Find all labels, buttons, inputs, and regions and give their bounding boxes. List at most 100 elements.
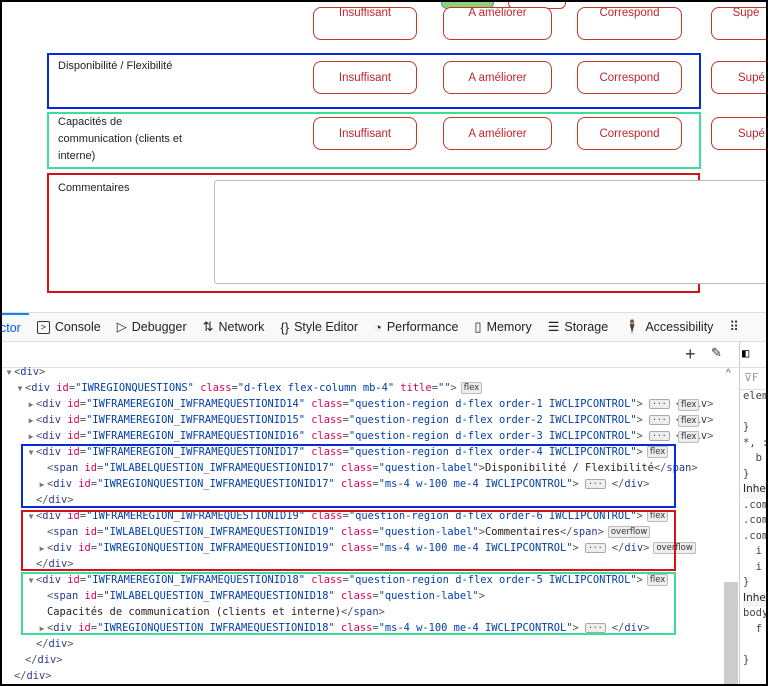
rule-line: Inhe bbox=[743, 591, 766, 607]
rule-line: i bbox=[743, 545, 762, 557]
performance-icon: ◔ bbox=[373, 319, 382, 335]
code-token: div bbox=[42, 398, 68, 410]
comments-textarea[interactable] bbox=[214, 180, 766, 284]
option-a-ameliorer[interactable]: A améliorer bbox=[443, 117, 552, 150]
markup-node-line[interactable]: ▶ <div id="IWFRAMEREGION_IWFRAMEQUESTIONI… bbox=[2, 396, 713, 412]
code-token: div bbox=[26, 670, 46, 682]
code-token: "question-region d-flex order-2 IWCLIPCO… bbox=[348, 414, 637, 426]
tab-network[interactable]: ⇅ Network bbox=[195, 313, 273, 341]
flex-badge[interactable]: flex bbox=[460, 382, 483, 394]
tab-label: Network bbox=[218, 320, 265, 334]
devtools-tab-bar: ctor > Console ▷ Debugger ⇅ Network {} Style… bbox=[2, 312, 766, 342]
scrollbar-thumb[interactable] bbox=[724, 582, 738, 684]
markup-node-line[interactable]: ▼ <div> bbox=[2, 364, 46, 381]
option-superieur[interactable]: Supé bbox=[711, 61, 766, 94]
label-line: Capacités de bbox=[58, 116, 123, 128]
label-line: interne) bbox=[58, 150, 96, 162]
code-token: "question-region d-flex order-3 IWCLIPCO… bbox=[348, 430, 637, 442]
code-token: > bbox=[707, 414, 714, 426]
code-token: "d-flex flex-column mb-4" bbox=[237, 382, 395, 394]
tab-label: Debugger bbox=[131, 320, 187, 334]
tab-label: Accessibility bbox=[645, 320, 714, 334]
markup-node-line[interactable]: </div> bbox=[2, 636, 74, 652]
flex-badge[interactable]: flex bbox=[678, 399, 700, 411]
option-insuffisant[interactable]: Insuffisant bbox=[313, 117, 417, 150]
option-superieur-prev[interactable]: Supé bbox=[711, 7, 766, 40]
rule-line: body bbox=[743, 607, 766, 619]
option-superieur[interactable]: Supé bbox=[711, 117, 766, 150]
code-token: > bbox=[636, 414, 643, 426]
expand-triangle-icon[interactable]: ▼ bbox=[15, 381, 25, 397]
markup-node-line[interactable]: ▶ <div id="IWFRAMEREGION_IWFRAMEQUESTIONI… bbox=[2, 412, 713, 428]
option-correspond[interactable]: Correspond bbox=[577, 117, 682, 150]
tab-style-editor[interactable]: {} Style Editor bbox=[272, 313, 366, 341]
rule-line: f bbox=[743, 622, 762, 635]
rule-line: } bbox=[743, 576, 750, 588]
add-node-icon[interactable]: + bbox=[685, 342, 696, 366]
code-token: > bbox=[636, 398, 643, 410]
expand-triangle-icon[interactable]: ▼ bbox=[4, 365, 14, 381]
tab-inspector[interactable]: ctor bbox=[2, 313, 29, 341]
option-correspond[interactable]: Correspond bbox=[577, 61, 682, 94]
tab-performance[interactable]: ◔ Performance bbox=[366, 313, 466, 341]
rule-line: Inhe bbox=[743, 483, 766, 499]
code-highlight-question19 bbox=[21, 510, 676, 571]
tab-label: Storage bbox=[564, 320, 609, 334]
tab-console[interactable]: > Console bbox=[29, 313, 109, 341]
code-token: id bbox=[67, 398, 80, 410]
tab-label: ctor bbox=[2, 321, 21, 335]
code-token: "IWFRAMEREGION_IWFRAMEQUESTIONID14" bbox=[86, 398, 306, 410]
tab-debugger[interactable]: ▷ Debugger bbox=[109, 313, 195, 341]
option-insuffisant-prev[interactable]: Insuffisant bbox=[313, 7, 417, 40]
collapsed-children-icon[interactable]: ··· bbox=[649, 415, 670, 425]
tab-memory[interactable]: ▯ Memory bbox=[466, 313, 539, 341]
collapsed-children-icon[interactable]: ··· bbox=[649, 399, 670, 409]
tab-label: Console bbox=[54, 320, 101, 334]
toggle-sidebar-icon[interactable]: ◧ bbox=[740, 342, 766, 368]
code-token: class bbox=[305, 414, 343, 426]
option-a-ameliorer-prev[interactable]: A améliorer bbox=[443, 7, 552, 40]
rule-line: .com bbox=[743, 498, 766, 511]
code-token: id bbox=[67, 414, 80, 426]
collapsed-triangle-icon[interactable]: ▶ bbox=[26, 397, 36, 413]
filter-styles-icon[interactable]: ⊽F bbox=[740, 368, 766, 390]
option-correspond-prev[interactable]: Correspond bbox=[577, 7, 682, 40]
accessibility-icon: 🕴 bbox=[624, 319, 641, 334]
more-tools-icon[interactable]: ⠿ bbox=[721, 313, 747, 341]
code-token: > bbox=[707, 430, 714, 442]
flex-badge[interactable]: flex bbox=[678, 415, 700, 427]
network-icon: ⇅ bbox=[202, 319, 214, 334]
option-a-ameliorer[interactable]: A améliorer bbox=[443, 61, 552, 94]
markup-node-line[interactable]: ▶ <div id="IWFRAMEREGION_IWFRAMEQUESTIONI… bbox=[2, 428, 713, 444]
tab-storage[interactable]: ☰ Storage bbox=[540, 313, 616, 341]
code-token: id bbox=[56, 382, 69, 394]
markup-node-line[interactable]: </div> bbox=[2, 652, 63, 668]
tab-accessibility[interactable]: 🕴 Accessibility bbox=[616, 313, 721, 341]
comments-label: Commentaires bbox=[58, 182, 130, 194]
option-label: Insuffisant bbox=[338, 127, 392, 140]
screenshot-frame: Insuffisant A améliorer Correspond Supé … bbox=[2, 2, 766, 684]
collapsed-triangle-icon[interactable]: ▶ bbox=[26, 429, 36, 445]
markup-node-line[interactable]: </div> bbox=[2, 668, 52, 684]
eyedropper-icon[interactable]: ✎ bbox=[711, 345, 722, 361]
rule-line: } bbox=[743, 467, 750, 480]
flex-badge[interactable]: flex bbox=[678, 431, 700, 443]
code-token: </ bbox=[25, 654, 38, 666]
code-token: > bbox=[450, 382, 457, 394]
option-insuffisant[interactable]: Insuffisant bbox=[313, 61, 417, 94]
code-token: title bbox=[394, 382, 432, 394]
markup-node-line[interactable]: ▼ <div id="IWREGIONQUESTIONS" class="d-fl… bbox=[2, 380, 483, 397]
scroll-up-icon[interactable]: ^ bbox=[726, 368, 731, 379]
code-token: > bbox=[691, 462, 698, 474]
collapsed-triangle-icon[interactable]: ▶ bbox=[26, 413, 36, 429]
code-token: > bbox=[45, 670, 52, 682]
code-token: class bbox=[305, 430, 343, 442]
code-token: class bbox=[305, 398, 343, 410]
question-label-availability: Disponibilité / Flexibilité bbox=[58, 60, 173, 72]
code-token: > bbox=[39, 366, 46, 378]
rule-line: elem bbox=[743, 390, 766, 402]
collapsed-children-icon[interactable]: ··· bbox=[649, 431, 670, 441]
